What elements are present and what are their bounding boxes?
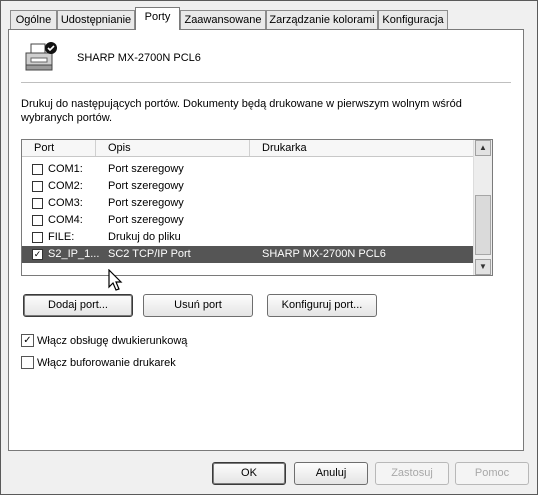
tab-sharing[interactable]: Udostępnianie [57,10,135,29]
ports-tab-panel: SHARP MX-2700N PCL6 Drukuj do następując… [8,29,524,451]
mouse-pointer-icon [108,268,124,296]
list-item[interactable]: FILE: Drukuj do pliku [22,229,474,246]
tab-general[interactable]: Ogólne [10,10,57,29]
list-item[interactable]: COM1: Port szeregowy [22,161,474,178]
ports-list[interactable]: Port Opis Drukarka COM1: Port szeregowy CO… [21,139,493,276]
ports-list-header: Port Opis Drukarka [22,140,474,157]
configure-port-button[interactable]: Konfiguruj port... [267,294,377,317]
cancel-button[interactable]: Anuluj [294,462,368,485]
printer-name: SHARP MX-2700N PCL6 [77,52,201,64]
bidirectional-option[interactable]: ✓ Włącz obsługę dwukierunkową [21,333,321,349]
port-checkbox[interactable]: ✓ [32,249,43,260]
pooling-checkbox[interactable] [21,356,34,369]
tab-strip: Ogólne Udostępnianie Porty Zaawansowane … [0,0,538,32]
divider [21,82,511,83]
pooling-option[interactable]: Włącz buforowanie drukarek [21,355,321,371]
ports-description: Drukuj do następujących portów. Dokument… [21,98,462,124]
port-name: COM3: [48,197,83,209]
port-description: SC2 TCP/IP Port [108,248,191,260]
scroll-down-icon[interactable]: ▼ [475,259,491,275]
ok-button[interactable]: OK [212,462,286,485]
port-name: COM1: [48,163,83,175]
list-item[interactable]: COM2: Port szeregowy [22,178,474,195]
port-checkbox[interactable] [32,164,43,175]
port-checkbox[interactable] [32,181,43,192]
column-printer[interactable]: Drukarka [250,140,474,156]
tab-advanced[interactable]: Zaawansowane [180,10,266,29]
help-button[interactable]: Pomoc [455,462,529,485]
tab-configuration[interactable]: Konfiguracja [378,10,448,29]
port-checkbox[interactable] [32,198,43,209]
port-description: Port szeregowy [108,197,184,209]
port-name: S2_IP_1... [48,248,100,260]
port-description: Port szeregowy [108,163,184,175]
remove-port-button[interactable]: Usuń port [143,294,253,317]
port-printer: SHARP MX-2700N PCL6 [262,248,386,260]
bidirectional-checkbox[interactable]: ✓ [21,334,34,347]
tab-ports[interactable]: Porty [135,7,180,30]
port-checkbox[interactable] [32,215,43,226]
scroll-thumb[interactable] [475,195,491,255]
list-item[interactable]: COM3: Port szeregowy [22,195,474,212]
apply-button[interactable]: Zastosuj [375,462,449,485]
port-checkbox[interactable] [32,232,43,243]
tab-color-management[interactable]: Zarządzanie kolorami [266,10,378,29]
list-item[interactable]: ✓ S2_IP_1... SC2 TCP/IP Port SHARP MX-2700N… [22,246,474,263]
port-name: FILE: [48,231,75,243]
ports-list-scrollbar[interactable]: ▲ ▼ [473,140,492,275]
bidirectional-label: Włącz obsługę dwukierunkową [37,335,188,347]
port-description: Port szeregowy [108,214,184,226]
printer-header: SHARP MX-2700N PCL6 [23,41,423,81]
port-description: Drukuj do pliku [108,231,181,243]
printer-icon [23,41,59,78]
scroll-up-icon[interactable]: ▲ [475,140,491,156]
pooling-label: Włącz buforowanie drukarek [37,357,176,369]
add-port-button[interactable]: Dodaj port... [23,294,133,317]
list-item[interactable]: COM4: Port szeregowy [22,212,474,229]
column-description[interactable]: Opis [96,140,250,156]
port-description: Port szeregowy [108,180,184,192]
port-name: COM2: [48,180,83,192]
port-name: COM4: [48,214,83,226]
column-port[interactable]: Port [22,140,96,156]
